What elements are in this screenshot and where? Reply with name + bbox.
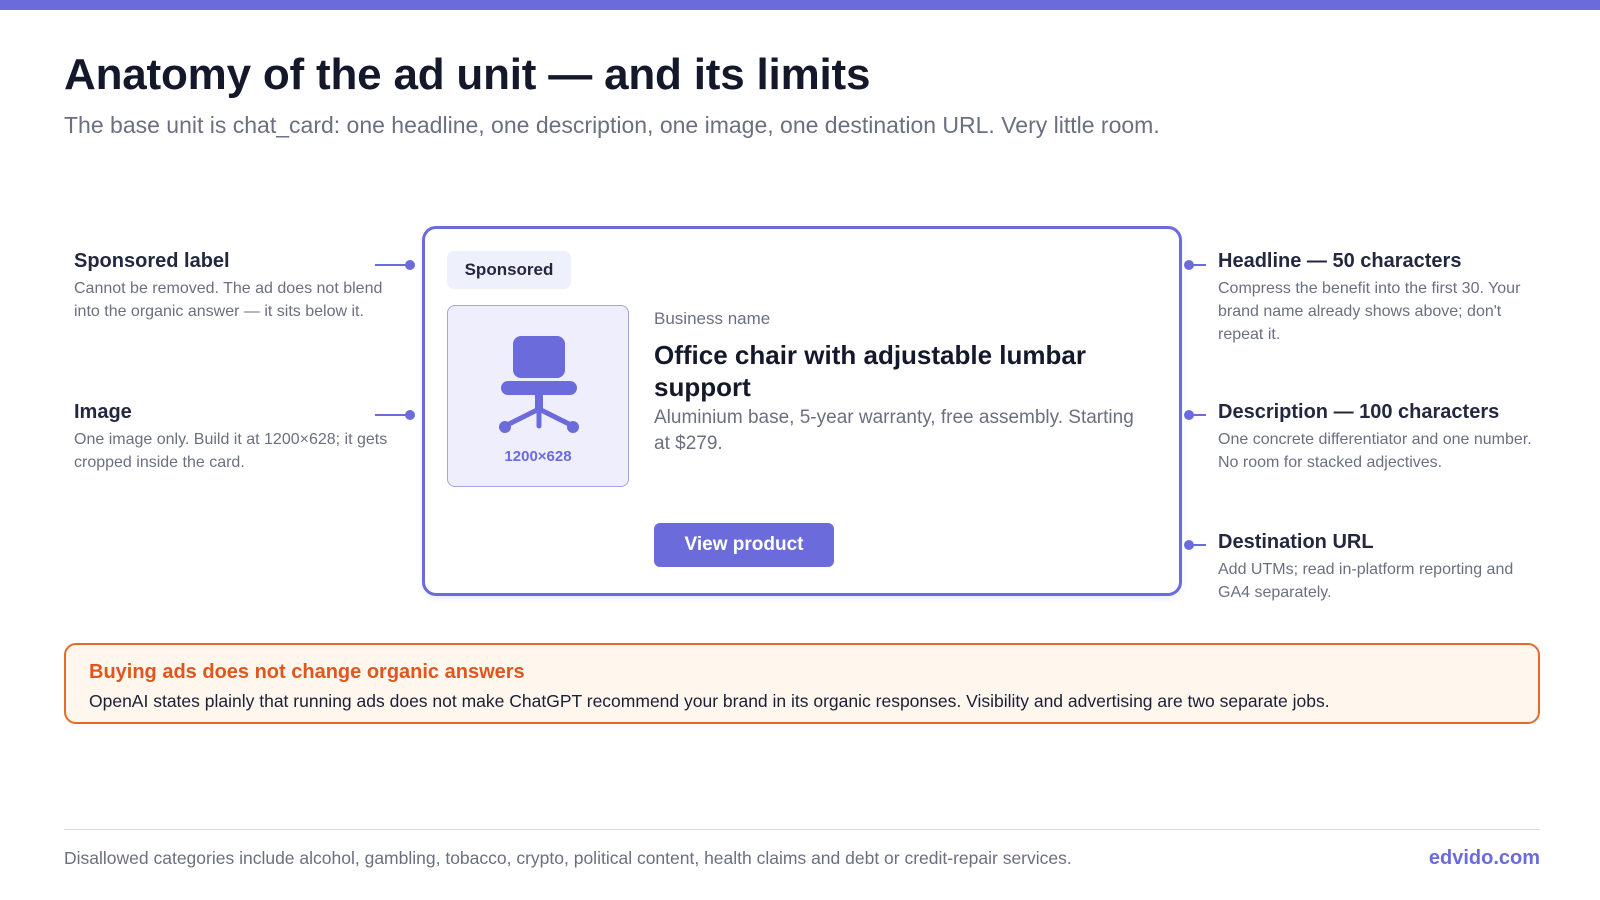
annotation-body: Compress the benefit into the first 30. … [1218,280,1521,343]
note-body: OpenAI states plainly that running ads d… [89,691,1330,711]
annotation-description: Description — 100 characters One concret… [1218,401,1543,474]
annotation-headline: Headline — 50 characters Compress the be… [1218,250,1543,346]
annotation-destination-url: Destination URL Add UTMs; read in-platfo… [1218,531,1543,604]
ad-card: Sponsored 1200×628 Business name Office … [422,226,1182,596]
page-title: Anatomy of the ad unit — and its limits [64,50,871,99]
ad-description: Aluminium base, 5-year warranty, free as… [654,407,1134,454]
annotation-title: Sponsored label [74,250,230,272]
annotation-body: Cannot be removed. The ad does not blend… [74,280,383,320]
connector-dot-image [405,410,415,420]
image-size-label: 1200×628 [504,448,572,465]
annotation-title: Description — 100 characters [1218,401,1500,423]
connector-sponsored [375,264,407,266]
ad-headline[interactable]: Office chair with adjustable lumbar supp… [654,339,1124,403]
annotation-sponsored-label: Sponsored label Cannot be removed. The a… [74,250,394,323]
connector-description [1186,414,1206,416]
view-product-button[interactable]: View product [654,523,834,567]
note-title: Buying ads does not change organic answe… [89,661,525,683]
annotation-body: One concrete differentiator and one numb… [1218,431,1532,471]
annotation-body: One image only. Build it at 1200×628; it… [74,431,388,471]
footer-brand-link[interactable]: edvido.com [1429,847,1540,870]
organic-answers-note: Buying ads does not change organic answe… [64,643,1540,724]
sponsored-label: Sponsored [447,251,571,289]
connector-dot-sponsored [405,260,415,270]
annotation-title: Image [74,401,132,423]
ad-image-placeholder: 1200×628 [447,305,629,487]
footer-disallowed-note: Disallowed categories include alcohol, g… [64,848,1072,868]
annotation-image: Image One image only. Build it at 1200×6… [74,401,394,474]
annotation-body: Add UTMs; read in-platform reporting and… [1218,561,1514,601]
top-accent-bar [0,0,1600,10]
business-name: Business name [654,309,771,328]
connector-headline [1186,264,1206,266]
footer-divider [64,829,1540,830]
annotation-title: Headline — 50 characters [1218,250,1462,272]
connector-image [375,414,407,416]
annotation-title: Destination URL [1218,531,1374,553]
connector-url [1186,544,1206,546]
page-subtitle: The base unit is chat_card: one headline… [64,112,1160,138]
office-chair-icon [499,336,579,433]
